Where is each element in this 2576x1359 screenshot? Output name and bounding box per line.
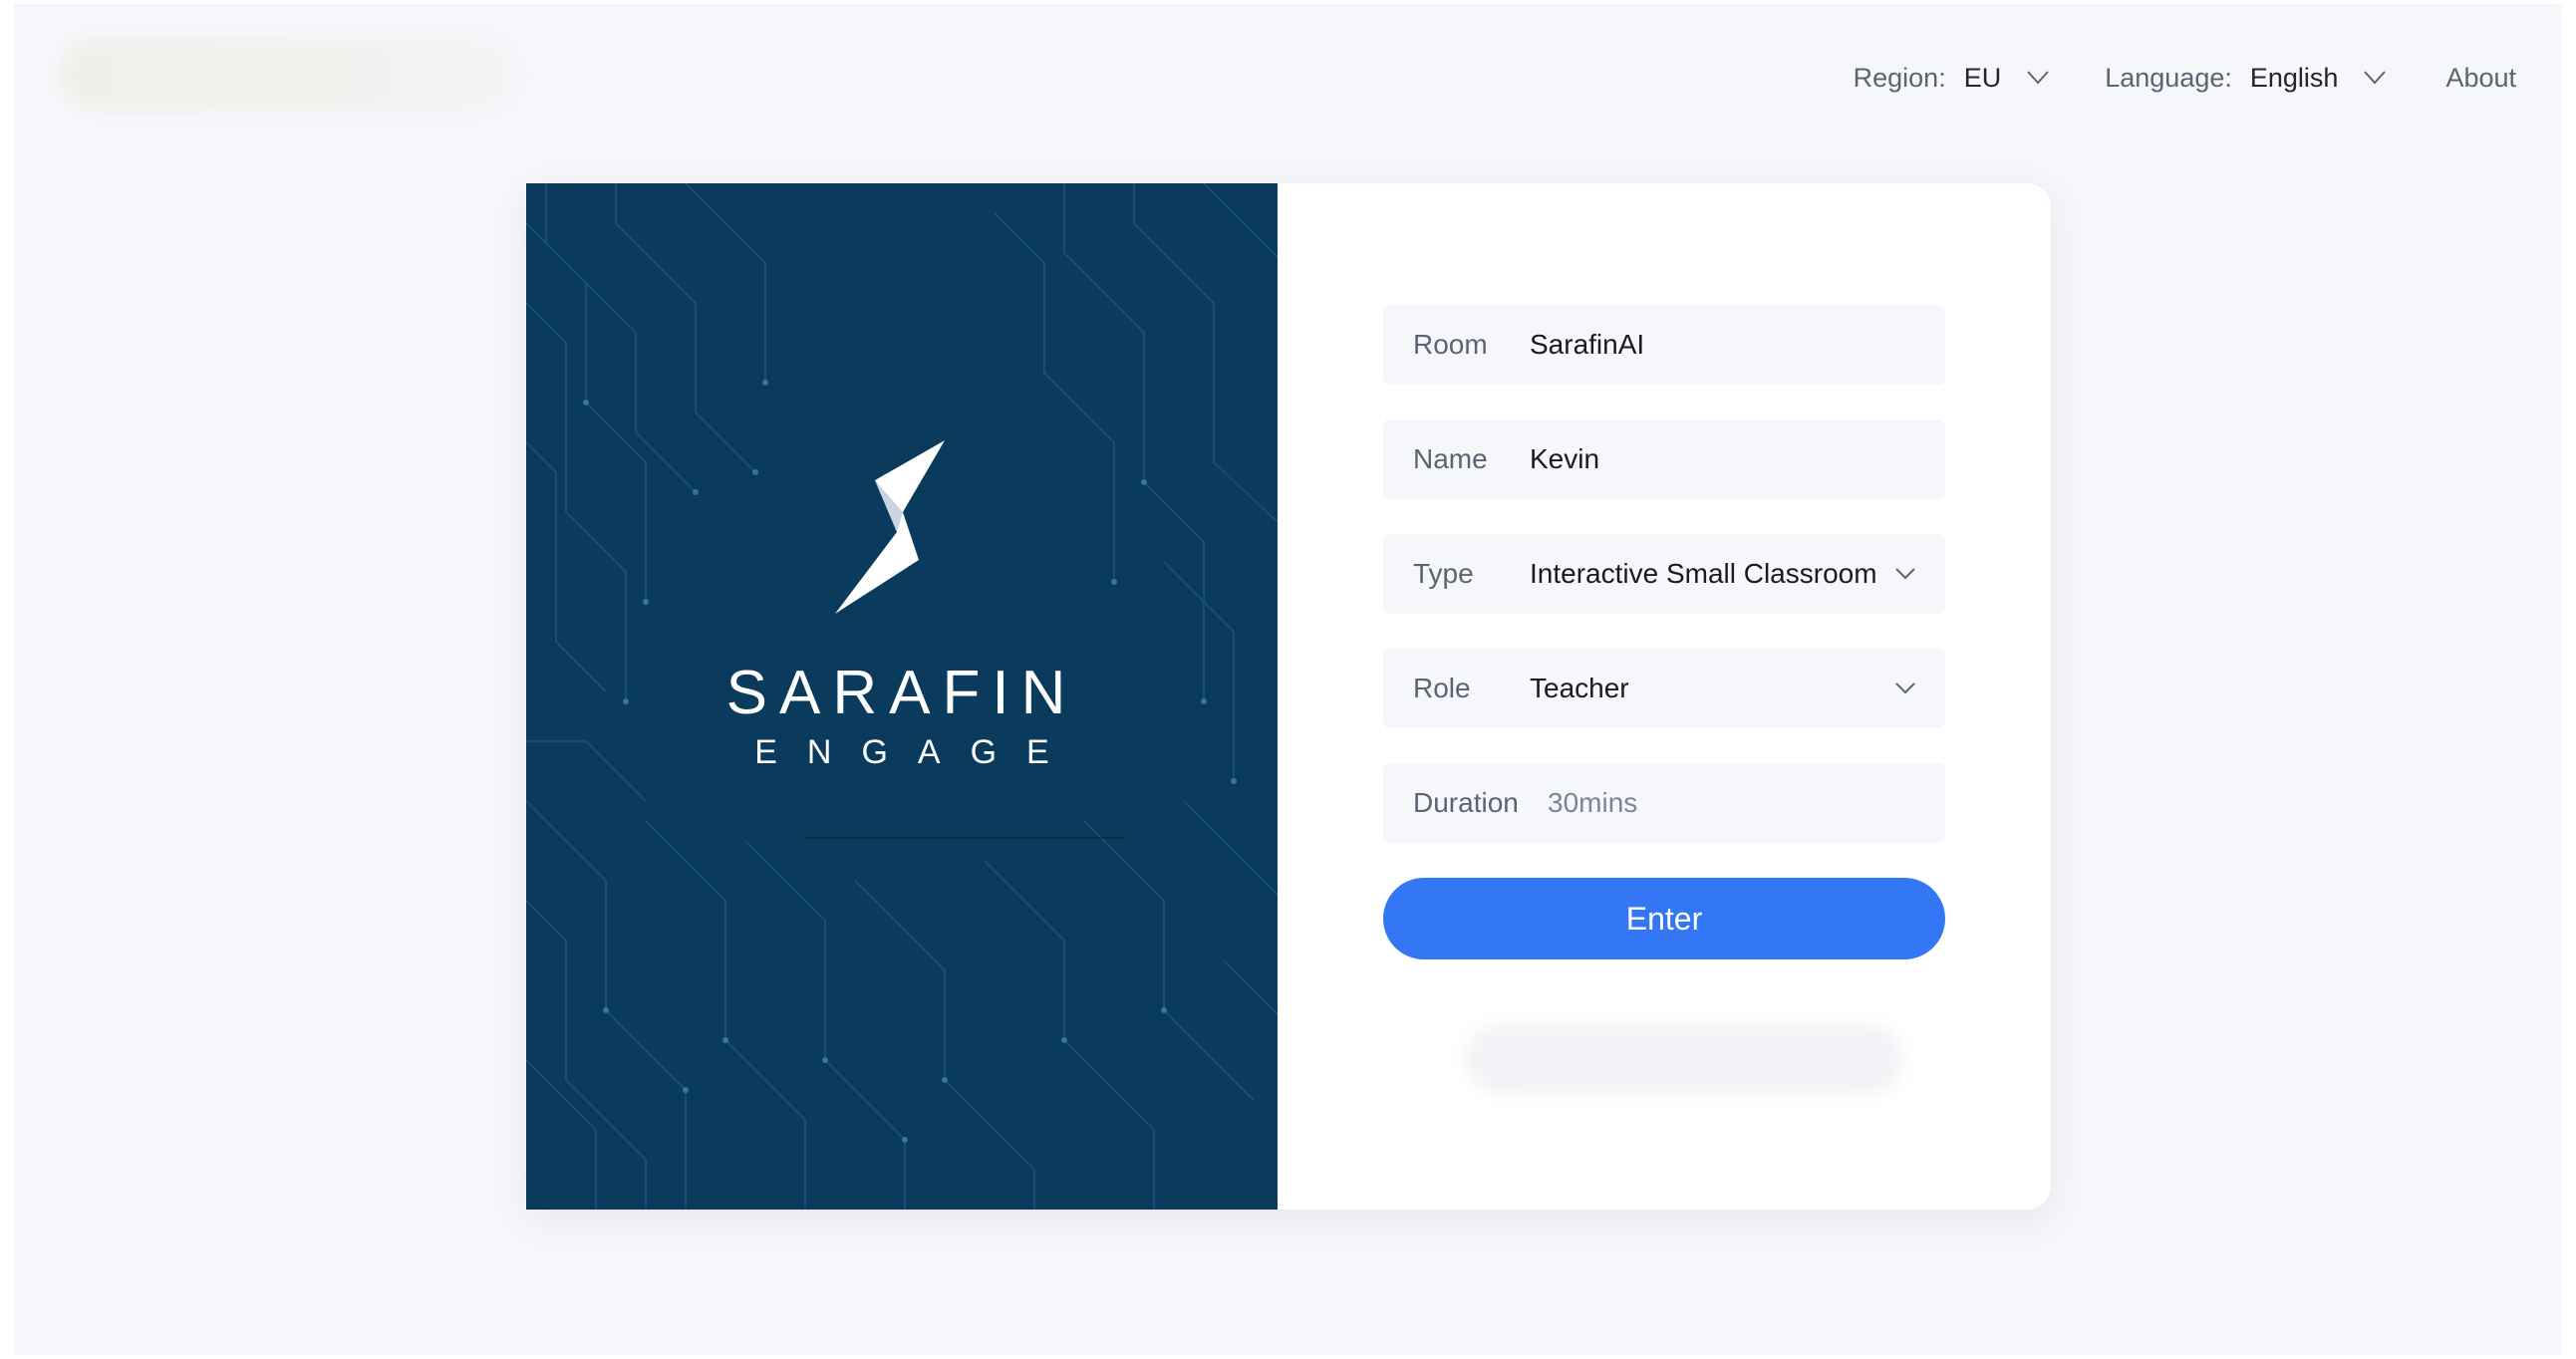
role-value: Teacher <box>1530 673 1629 703</box>
blurred-logo <box>60 38 518 112</box>
duration-field[interactable]: Duration 30mins <box>1383 763 1945 843</box>
name-field[interactable]: Name Kevin <box>1383 419 1945 499</box>
chevron-down-icon <box>2364 71 2387 85</box>
about-link[interactable]: About <box>2445 63 2516 94</box>
region-label: Region: <box>1853 62 1946 93</box>
room-form: Room SarafinAI Name Kevin Type Interacti… <box>1383 305 1945 959</box>
duration-label: Duration <box>1413 787 1519 818</box>
type-value: Interactive Small Classroom <box>1530 558 1877 589</box>
language-label: Language: <box>2105 62 2232 93</box>
room-field[interactable]: Room SarafinAI <box>1383 305 1945 385</box>
type-select[interactable]: Type Interactive Small Classroom <box>1383 534 1945 614</box>
sarafin-bolt-logo <box>835 440 945 614</box>
region-value: EU <box>1963 62 2002 93</box>
chevron-down-icon <box>1895 682 1915 694</box>
room-input[interactable]: SarafinAI <box>1530 329 1915 361</box>
enter-button[interactable]: Enter <box>1383 878 1945 959</box>
brand-name: SARAFIN <box>725 659 1078 727</box>
room-label: Room <box>1413 329 1488 360</box>
duration-input[interactable]: 30mins <box>1548 787 1915 819</box>
role-select[interactable]: Role Teacher <box>1383 649 1945 728</box>
name-input[interactable]: Kevin <box>1530 443 1915 475</box>
role-label: Role <box>1413 673 1471 703</box>
chevron-down-icon <box>1895 568 1915 580</box>
hero-panel: SARAFIN ENGAGE <box>526 183 1278 1210</box>
region-selector[interactable]: Region: EU <box>1854 63 2050 94</box>
chevron-down-icon <box>2027 71 2049 85</box>
brand-subtitle: ENGAGE <box>754 733 1079 771</box>
language-selector[interactable]: Language: English <box>2105 62 2387 94</box>
hero-divider <box>805 837 1124 839</box>
blurred-footer <box>1465 1024 1903 1094</box>
language-value: English <box>2249 62 2339 93</box>
name-label: Name <box>1413 443 1488 474</box>
type-label: Type <box>1413 558 1474 589</box>
top-navigation: Region: EU Language: English About <box>1854 56 2516 100</box>
